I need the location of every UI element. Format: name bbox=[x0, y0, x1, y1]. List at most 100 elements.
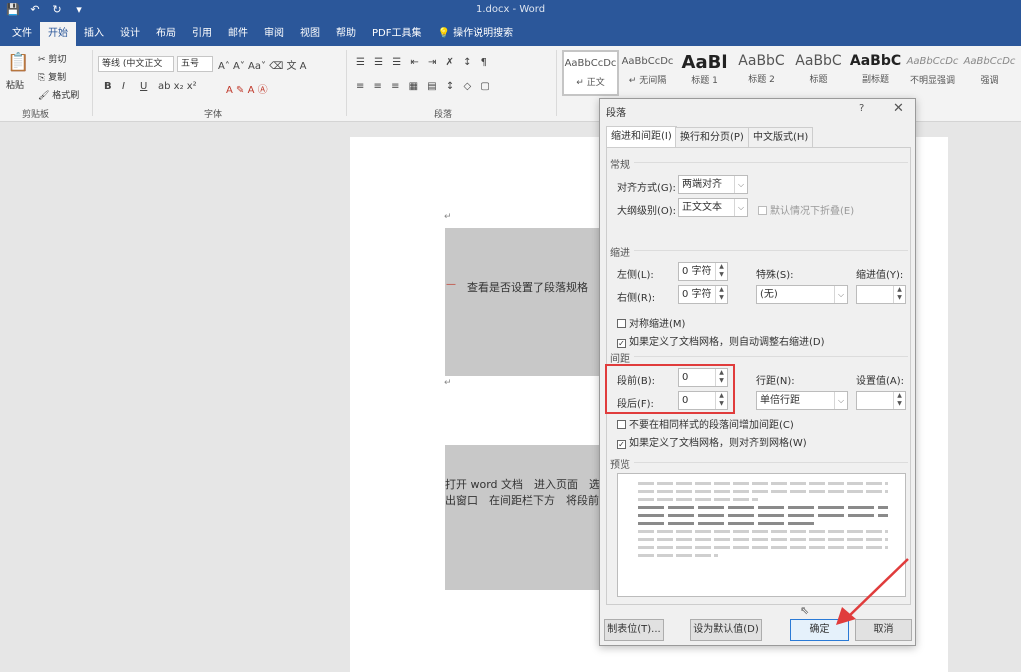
title-bar: 💾 ↶ ↻ ▾ 1.docx - Word bbox=[0, 0, 1021, 22]
brush-icon: 🖌 bbox=[38, 91, 53, 101]
tab-line-page-breaks[interactable]: 换行和分页(P) bbox=[675, 127, 749, 147]
set-default-button[interactable]: 设为默认值(D) bbox=[690, 619, 762, 641]
spacing-section-title: 间距 bbox=[610, 354, 630, 365]
preview-line bbox=[638, 530, 888, 533]
list-indent-icons[interactable]: ☰ ☰ ☰ ⇤ ⇥ ✗ ↕ ¶ bbox=[356, 57, 490, 68]
divider bbox=[634, 356, 908, 357]
red-arrow-icon bbox=[836, 558, 909, 625]
ribbon-tabs: 文件 开始 插入 设计 布局 引用 邮件 审阅 视图 帮助 PDF工具集 💡 操… bbox=[0, 22, 1021, 46]
alignment-icons[interactable]: ≡ ≡ ≡ ▦ ▤ ↕ ◇ ▢ bbox=[356, 81, 493, 92]
mouse-cursor-icon: ⇖ bbox=[800, 604, 810, 617]
underline-icon[interactable]: U bbox=[140, 81, 147, 92]
indent-section-title: 缩进 bbox=[610, 248, 630, 259]
checkbox-icon bbox=[617, 420, 626, 429]
style-subtle-emphasis[interactable]: AaBbCcDc 不明显强调 bbox=[904, 50, 961, 96]
preview-section-title: 预览 bbox=[610, 460, 630, 471]
preview-line bbox=[638, 514, 888, 517]
line-spacing-select[interactable]: 单倍行距 ⌵ bbox=[756, 391, 848, 410]
tab-insert[interactable]: 插入 bbox=[76, 22, 112, 46]
style-heading-1[interactable]: AaBl 标题 1 bbox=[676, 50, 733, 96]
style-subtitle[interactable]: AaBbC 副标题 bbox=[847, 50, 904, 96]
tab-asian-typography[interactable]: 中文版式(H) bbox=[748, 127, 814, 147]
font-size-combo[interactable]: 五号 bbox=[177, 56, 213, 72]
preview-line bbox=[638, 554, 718, 557]
preview-line bbox=[638, 522, 818, 525]
clipboard-group-label: 剪贴板 bbox=[22, 110, 50, 120]
outline-level-select[interactable]: 正文文本 ⌵ bbox=[678, 198, 748, 217]
preview-line bbox=[638, 490, 888, 493]
alignment-select[interactable]: 两端对齐 ⌵ bbox=[678, 175, 748, 194]
general-section-title: 常规 bbox=[610, 160, 630, 171]
divider bbox=[92, 50, 93, 116]
tab-pdf-tools[interactable]: PDF工具集 bbox=[364, 22, 429, 46]
auto-adjust-indent-checkbox[interactable]: ✓ 如果定义了文档网格，则自动调整右缩进(D) bbox=[617, 333, 825, 348]
indent-by-spinner[interactable]: ▲ ▼ bbox=[856, 285, 906, 304]
tab-file[interactable]: 文件 bbox=[4, 22, 40, 46]
tab-design[interactable]: 设计 bbox=[112, 22, 148, 46]
left-indent-spinner[interactable]: 0 字符 ▲ ▼ bbox=[678, 262, 728, 281]
paragraph-mark: ↵ bbox=[444, 212, 452, 222]
tab-home[interactable]: 开始 bbox=[40, 22, 76, 46]
font-name-combo[interactable]: 等线 (中文正文 bbox=[98, 56, 174, 72]
italic-icon[interactable]: I bbox=[122, 81, 125, 92]
lightbulb-icon: 💡 bbox=[437, 28, 454, 39]
help-button[interactable]: ? bbox=[859, 103, 864, 114]
style-title[interactable]: AaBbC 标题 bbox=[790, 50, 847, 96]
no-space-same-style-checkbox[interactable]: 不要在相同样式的段落间增加间距(C) bbox=[617, 416, 794, 431]
close-icon[interactable]: ✕ bbox=[893, 101, 904, 116]
spinner-arrows-icon[interactable]: ▲ ▼ bbox=[715, 263, 727, 280]
spinner-arrows-icon[interactable]: ▲ ▼ bbox=[893, 392, 905, 409]
right-indent-label: 右侧(R): bbox=[617, 293, 656, 304]
selected-text-block bbox=[445, 228, 605, 376]
alignment-label: 对齐方式(G): bbox=[617, 183, 676, 194]
cut-button[interactable]: ✂ 剪切 bbox=[38, 52, 66, 65]
doc-body-line-1: 打开 word 文档 进入页面 选 bbox=[445, 478, 601, 491]
tabs-button[interactable]: 制表位(T)... bbox=[604, 619, 664, 641]
checkmark-icon: ✓ bbox=[617, 339, 626, 348]
spinner-arrows-icon[interactable]: ▲ ▼ bbox=[715, 286, 727, 303]
strike-sub-super-icons[interactable]: ab x₂ x² bbox=[158, 81, 197, 92]
tab-layout[interactable]: 布局 bbox=[148, 22, 184, 46]
spacing-at-label: 设置值(A): bbox=[856, 376, 905, 387]
checkbox-icon bbox=[617, 319, 626, 328]
paste-button[interactable]: 粘贴 bbox=[6, 78, 24, 91]
tab-help[interactable]: 帮助 bbox=[328, 22, 364, 46]
preview-line bbox=[638, 546, 888, 549]
preview-line bbox=[638, 482, 888, 485]
style-emphasis[interactable]: AaBbCcDc 强调 bbox=[961, 50, 1018, 96]
mirror-indent-checkbox[interactable]: 对称缩进(M) bbox=[617, 315, 685, 330]
chevron-down-icon: ⌵ bbox=[834, 286, 847, 303]
copy-button[interactable]: ⎘ 复制 bbox=[38, 70, 66, 83]
right-indent-spinner[interactable]: 0 字符 ▲ ▼ bbox=[678, 285, 728, 304]
snap-to-grid-checkbox[interactable]: ✓ 如果定义了文档网格，则对齐到网格(W) bbox=[617, 434, 807, 449]
spacing-at-spinner[interactable]: ▲ ▼ bbox=[856, 391, 906, 410]
divider bbox=[556, 50, 557, 116]
bold-icon[interactable]: B bbox=[104, 81, 112, 92]
tab-indents-spacing[interactable]: 缩进和间距(I) bbox=[606, 126, 677, 148]
style-no-spacing[interactable]: AaBbCcDc ↵ 无间隔 bbox=[619, 50, 676, 96]
tab-view[interactable]: 视图 bbox=[292, 22, 328, 46]
preview-line bbox=[638, 506, 888, 509]
style-normal[interactable]: AaBbCcDc ↵ 正文 bbox=[562, 50, 619, 96]
paragraph-mark: ↵ bbox=[444, 378, 452, 388]
paste-icon[interactable]: 📋 bbox=[7, 52, 29, 73]
doc-body-line-2: 出窗口 在间距栏下方 将段前 bbox=[445, 494, 599, 507]
text-effects-color-icons[interactable]: A ✎ A Ⓐ bbox=[226, 81, 268, 96]
tab-references[interactable]: 引用 bbox=[184, 22, 220, 46]
chevron-down-icon: ⌵ bbox=[734, 176, 747, 193]
font-size-tools-icon[interactable]: A˄ A˅ Aa˅ ⌫ 文 A bbox=[218, 57, 307, 72]
indent-by-label: 缩进值(Y): bbox=[856, 270, 904, 281]
divider bbox=[634, 162, 908, 163]
outline-level-label: 大纲级别(O): bbox=[617, 206, 677, 217]
spinner-arrows-icon[interactable]: ▲ ▼ bbox=[893, 286, 905, 303]
tab-mailings[interactable]: 邮件 bbox=[220, 22, 256, 46]
tab-review[interactable]: 审阅 bbox=[256, 22, 292, 46]
style-heading-2[interactable]: AaBbC 标题 2 bbox=[733, 50, 790, 96]
format-painter-button[interactable]: 🖌 格式刷 bbox=[38, 88, 79, 101]
collapse-checkbox: 默认情况下折叠(E) bbox=[758, 202, 854, 217]
checkbox-icon bbox=[758, 206, 767, 215]
special-indent-label: 特殊(S): bbox=[756, 270, 794, 281]
special-indent-select[interactable]: (无) ⌵ bbox=[756, 285, 848, 304]
tell-me-search[interactable]: 💡 操作说明搜索 bbox=[429, 22, 521, 46]
font-group-label: 字体 bbox=[204, 110, 223, 120]
